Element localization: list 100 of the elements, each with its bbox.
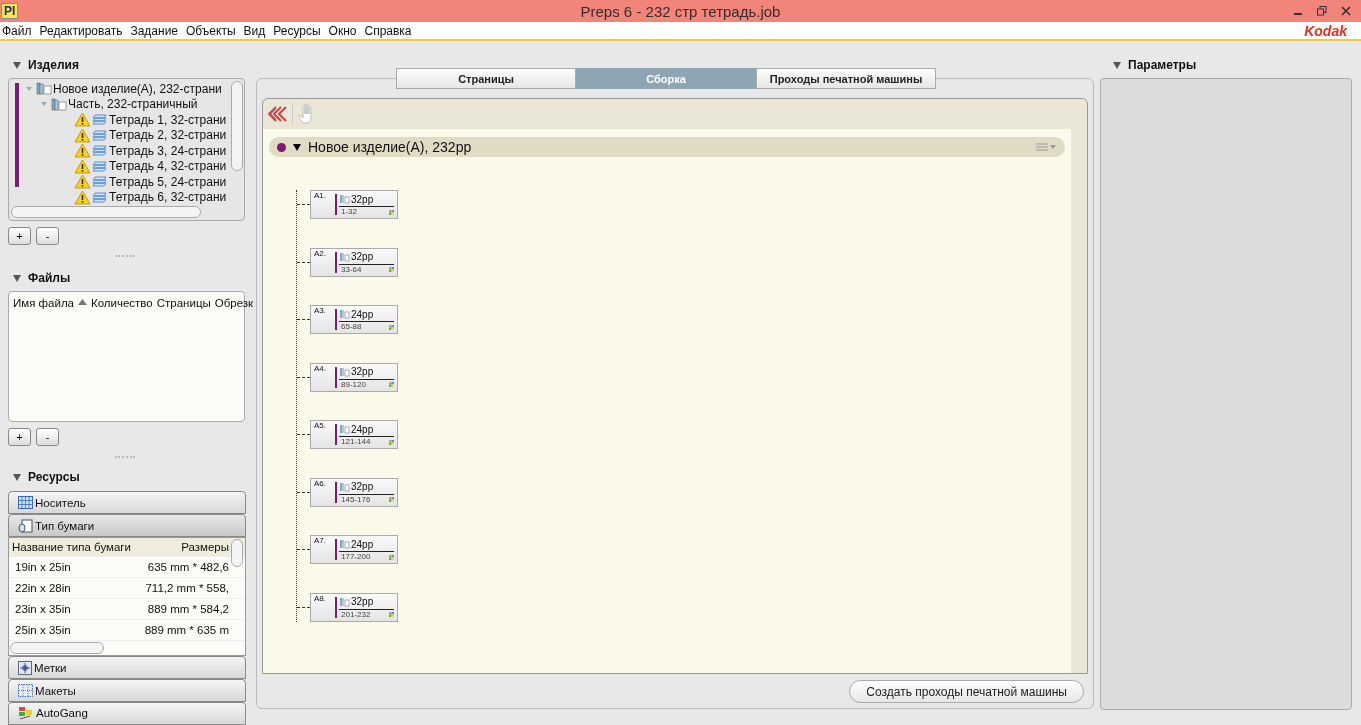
stacked-sheets-icon xyxy=(92,128,108,142)
column-header[interactable]: Страницы xyxy=(156,296,211,309)
signature-block[interactable]: A3. 24pp 65-88 xyxy=(310,305,398,334)
menu-item[interactable]: Редактировать xyxy=(37,24,129,38)
signature-label: A1. xyxy=(314,191,326,200)
color-swatch-icon xyxy=(389,612,394,617)
column-header[interactable]: Размеры xyxy=(129,541,229,554)
accordion-header[interactable]: Макеты xyxy=(8,679,246,702)
app-icon: PI xyxy=(1,3,19,19)
signature-block[interactable]: A1. 32pp 1-32 xyxy=(310,190,398,219)
table-cell-text: 19in x 25in xyxy=(14,561,72,574)
remove-button[interactable]: - xyxy=(36,226,59,245)
signature-label: A8. xyxy=(314,593,326,603)
signature-block[interactable]: A2. 32pp 33-64 xyxy=(310,247,398,277)
table-cell-text: 889 mm * 635 m xyxy=(143,624,229,637)
page-range: 145-176 xyxy=(341,494,371,505)
chevrons-icon[interactable] xyxy=(266,104,288,124)
page-count: 32pp xyxy=(351,596,374,607)
remove-button[interactable]: - xyxy=(36,428,59,447)
crosshair-icon xyxy=(18,660,32,675)
restore-icon[interactable] xyxy=(1317,6,1327,16)
column-header[interactable]: Количество xyxy=(91,296,153,309)
collapse-triangle-icon[interactable] xyxy=(292,142,302,152)
window-title: Preps 6 - 232 стр тетрадь.job xyxy=(580,2,781,20)
tab[interactable]: Проходы печатной машины xyxy=(756,68,936,89)
menu-icon[interactable] xyxy=(1035,142,1057,152)
tree-item[interactable]: Новое изделие(А), 232-страни xyxy=(53,81,222,96)
collapse-triangle-icon[interactable] xyxy=(12,472,22,483)
page-count: 32pp xyxy=(351,481,374,492)
accordion-header[interactable]: Носитель xyxy=(8,491,246,515)
signature-label: A7. xyxy=(314,536,326,545)
accordion-header[interactable]: Метки xyxy=(8,656,246,680)
add-button[interactable]: + xyxy=(8,226,31,245)
horizontal-scrollbar[interactable] xyxy=(10,642,104,655)
menu-item[interactable]: Объекты xyxy=(184,24,242,38)
page-range: 121-144 xyxy=(341,437,371,447)
signature-block[interactable]: A8. 32pp 201-232 xyxy=(310,592,398,622)
page-range: 201-232 xyxy=(341,609,371,620)
tree-item[interactable]: Тетрадь 1, 32-страни xyxy=(109,112,227,127)
close-icon[interactable] xyxy=(1341,6,1351,16)
books-icon xyxy=(339,251,350,262)
page-range: 1-32 xyxy=(341,207,357,217)
table-cell-text: 711,2 mm * 558, xyxy=(144,582,229,595)
collapse-triangle-icon[interactable] xyxy=(12,60,22,70)
signature-block[interactable]: A7. 24pp 177-200 xyxy=(310,535,398,564)
signature-label: A2. xyxy=(314,248,326,258)
color-swatch-icon xyxy=(389,382,394,387)
table-cell-text: 635 mm * 482,6 xyxy=(146,561,229,574)
vertical-scrollbar[interactable] xyxy=(231,81,243,171)
table-cell-text: 23in x 35in xyxy=(14,603,72,616)
table-cell-text: 22in x 28in xyxy=(14,582,72,595)
column-header[interactable]: Обрезк xyxy=(214,296,254,309)
menu-item[interactable]: Справка xyxy=(362,24,418,38)
tree-item[interactable]: Часть, 232-страничный xyxy=(68,97,198,112)
panel-title: Файлы xyxy=(28,270,71,285)
signature-label: A6. xyxy=(314,478,326,488)
books-icon xyxy=(339,539,350,549)
column-header[interactable]: Название типа бумаги xyxy=(9,541,129,554)
page-count: 32pp xyxy=(351,366,374,377)
horizontal-scrollbar[interactable] xyxy=(11,206,201,218)
page-range: 33-64 xyxy=(341,264,362,275)
page-count: 24pp xyxy=(351,538,374,550)
stacked-sheets-icon xyxy=(92,144,108,158)
books-icon xyxy=(339,366,350,377)
menu-item[interactable]: Файл xyxy=(0,24,38,38)
accordion-header[interactable]: Тип бумаги xyxy=(8,514,246,538)
color-swatch-icon xyxy=(389,497,394,502)
signature-block[interactable]: A5. 24pp 121-144 xyxy=(310,420,398,449)
page-range: 89-120 xyxy=(341,379,366,390)
signature-label: A4. xyxy=(314,363,326,373)
paper-roll-icon xyxy=(18,518,33,533)
menu-item[interactable]: Вид xyxy=(241,24,272,38)
signature-block[interactable]: A6. 32pp 145-176 xyxy=(310,477,398,507)
books-icon xyxy=(339,481,350,492)
tab[interactable]: Страницы xyxy=(396,68,576,89)
vertical-scrollbar[interactable] xyxy=(231,539,243,568)
books-icon xyxy=(339,596,350,607)
grid-icon xyxy=(18,496,33,510)
create-press-runs-button[interactable]: Создать проходы печатной машины xyxy=(849,680,1084,703)
tree-item[interactable]: Тетрадь 3, 24-страни xyxy=(109,143,227,158)
accordion-header[interactable]: AutoGang xyxy=(8,702,246,725)
collapse-triangle-icon[interactable] xyxy=(12,272,22,283)
menu-item[interactable]: Ресурсы xyxy=(271,24,327,38)
tree-item[interactable]: Тетрадь 4, 32-страни xyxy=(109,159,227,174)
page-count: 24pp xyxy=(351,423,374,435)
product-header[interactable]: Новое изделие(А), 232pp xyxy=(269,137,1065,157)
tree-item[interactable]: Тетрадь 2, 32-страни xyxy=(109,128,227,143)
stacked-sheets-icon xyxy=(92,175,108,189)
menu-item[interactable]: Окно xyxy=(326,24,363,38)
table-cell-text: 25in x 35in xyxy=(14,624,72,637)
signature-block[interactable]: A4. 32pp 89-120 xyxy=(310,362,398,392)
collapse-triangle-icon[interactable] xyxy=(1112,60,1122,70)
page-count: 32pp xyxy=(351,193,374,205)
menu-item[interactable]: Задание xyxy=(128,24,185,38)
tree-item[interactable]: Тетрадь 6, 32-страни xyxy=(109,190,227,205)
stacked-sheets-icon xyxy=(92,159,108,173)
add-button[interactable]: + xyxy=(8,428,31,447)
column-header[interactable]: Имя файла xyxy=(13,296,87,309)
tree-item[interactable]: Тетрадь 5, 24-страни xyxy=(109,174,227,189)
books-icon xyxy=(339,424,350,434)
